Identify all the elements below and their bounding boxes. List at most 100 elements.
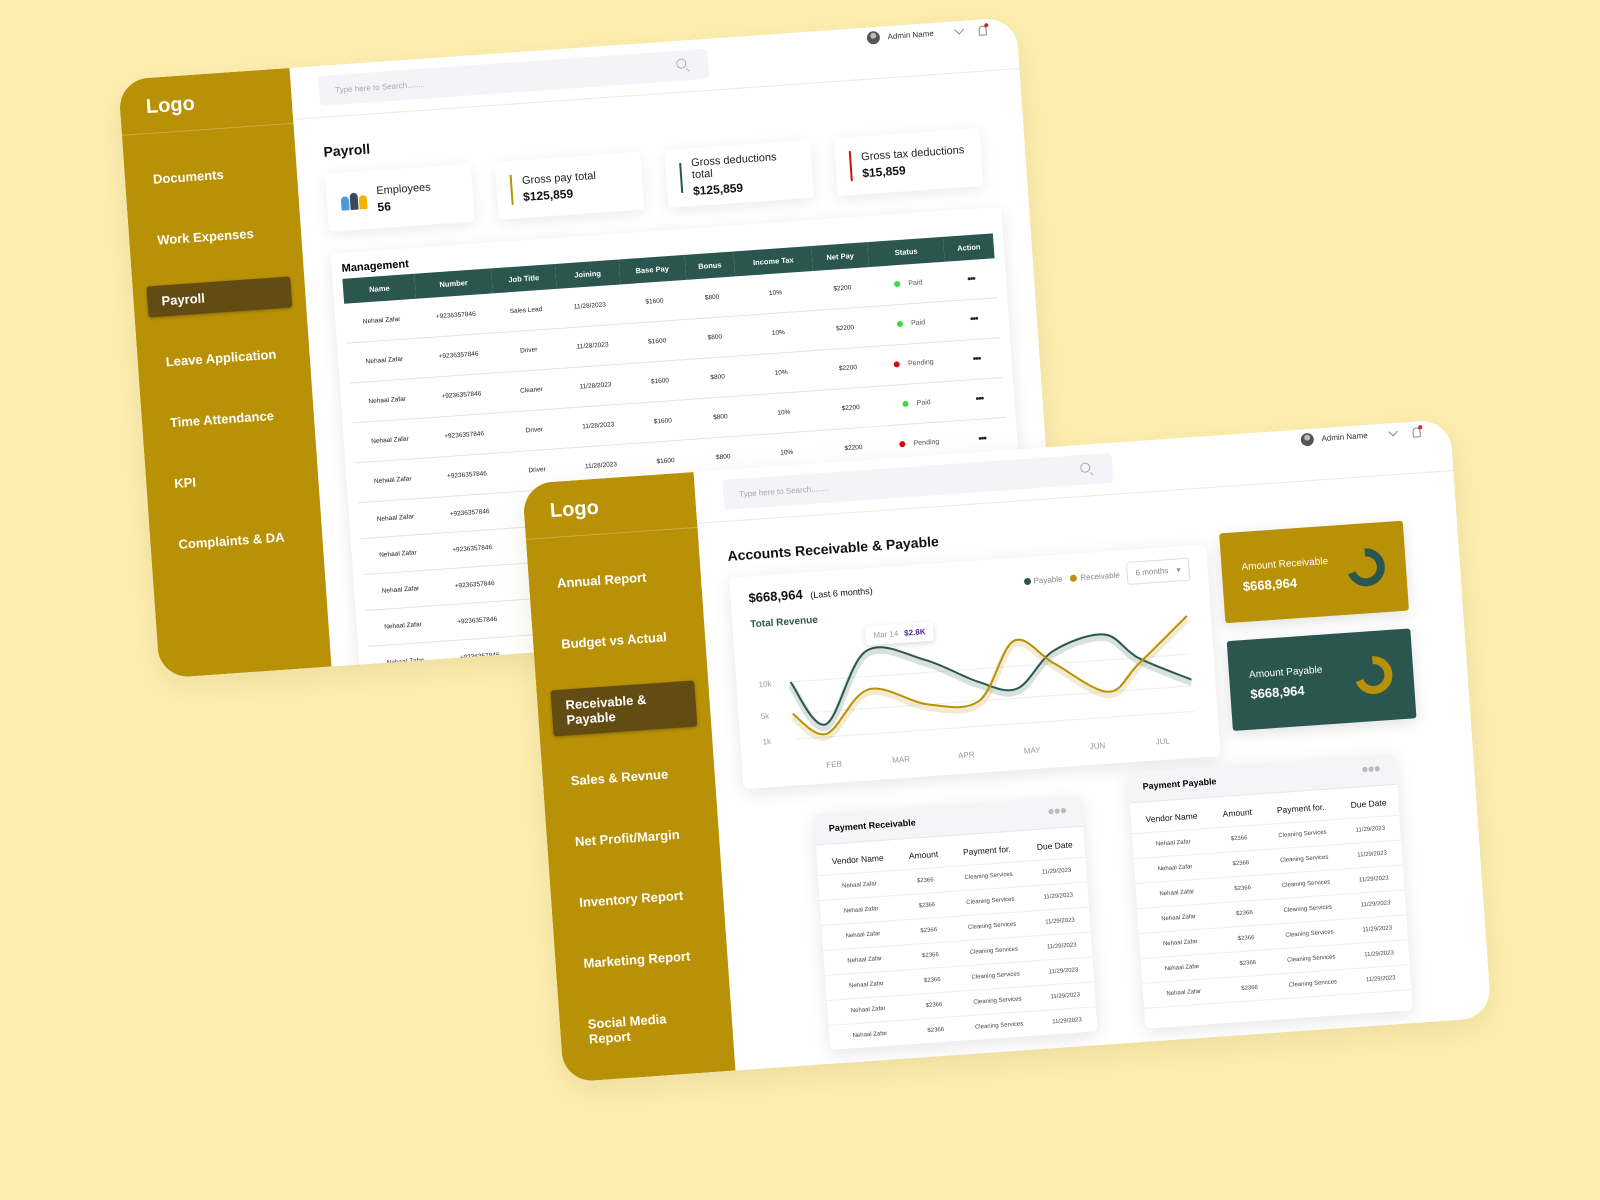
payment-payable-table: Vendor Name Amount Payment for. Due Date Ne… (1129, 784, 1412, 1009)
payment-receivable-table: Vendor Name Amount Payment for. Due Date Ne… (815, 826, 1098, 1051)
chevron-down-icon[interactable] (954, 24, 964, 35)
more-actions-icon[interactable]: ••• (967, 274, 975, 285)
revenue-total-value: $668,964 (747, 586, 804, 606)
cell-net: $2200 (821, 386, 881, 431)
column-header[interactable]: Amount (1210, 794, 1264, 829)
cell-due-date: 11/29/2023 (1036, 1006, 1098, 1036)
more-options-icon[interactable]: ●●● (1047, 803, 1067, 818)
column-header[interactable]: Due Date (1023, 826, 1086, 862)
sidebar-item-time-attendance[interactable]: Time Attendance (155, 398, 301, 439)
status-dot (899, 441, 906, 448)
sidebar-item-budget-vs-actual[interactable]: Budget vs Actual (546, 620, 692, 661)
cell-amount: $2366 (906, 966, 959, 995)
cell-tax: 10% (735, 270, 816, 316)
column-header[interactable]: Bonus (684, 251, 736, 280)
chevron-down-icon[interactable] (1388, 426, 1398, 437)
sidebar-item-work-expenses[interactable]: Work Expenses (142, 216, 288, 257)
cell-base: $1600 (620, 279, 689, 324)
cell-tax: 10% (741, 350, 822, 396)
cell-tax: 10% (738, 310, 819, 356)
cell-job: Driver (495, 328, 563, 373)
sidebar-item-documents[interactable]: Documents (138, 155, 284, 196)
employees-icon (340, 191, 368, 211)
cell-action: ••• (950, 337, 1003, 381)
period-select-value: 6 months (1135, 566, 1169, 578)
cell-status: Pending (874, 341, 954, 387)
more-actions-icon[interactable]: ••• (975, 393, 983, 404)
column-header[interactable]: Action (943, 233, 995, 262)
sidebar-item-payroll[interactable]: Payroll (146, 276, 293, 318)
cell-joining: 11/28/2023 (562, 363, 629, 409)
cell-tax: 10% (743, 390, 824, 436)
x-tick-label: FEB (826, 759, 842, 769)
sidebar-item-sales-revnue[interactable]: Sales & Revnue (556, 756, 702, 797)
amount-cards: Amount Receivable $668,964 Amount Payabl… (1219, 520, 1418, 755)
cell-amount: $2366 (1214, 849, 1268, 879)
column-header[interactable]: Due Date (1337, 784, 1400, 820)
more-actions-icon[interactable]: ••• (978, 433, 986, 444)
cell-name: Nehaal Zafar (346, 338, 422, 384)
x-tick-label: APR (958, 750, 975, 760)
sidebar-item-leave-application[interactable]: Leave Application (151, 337, 297, 378)
user-menu[interactable]: Admin Name (1300, 425, 1421, 447)
cell-name: Nehaal Zafar (352, 417, 428, 463)
main-content: Accounts Receivable & Payable $668,964 (… (697, 471, 1491, 1071)
sidebar-item-complaints-da[interactable]: Complaints & DA (163, 520, 309, 561)
status-badge: Pending (913, 438, 940, 448)
search-icon[interactable] (1079, 462, 1091, 474)
sidebar-item-net-profit-margin[interactable]: Net Profit/Margin (560, 817, 706, 858)
period-select[interactable]: 6 months ▾ (1125, 557, 1191, 586)
search-placeholder: Type here to Search........ (334, 79, 426, 95)
accent-bar (848, 151, 853, 182)
revenue-total-note: (Last 6 months) (809, 585, 874, 601)
accent-bar (509, 174, 514, 205)
cell-amount: $2366 (1223, 974, 1276, 1003)
cell-payment-for: Cleaning Services (1273, 968, 1352, 1000)
legend-item-payable[interactable]: Payable (1023, 575, 1063, 587)
cell-number: +9236357846 (430, 492, 509, 534)
cell-joining: 11/28/2023 (565, 403, 632, 449)
more-options-icon[interactable]: ●●● (1361, 761, 1381, 776)
tooltip-value: $2.8K (903, 627, 926, 638)
more-actions-icon[interactable]: ••• (970, 314, 978, 325)
search-icon[interactable] (675, 58, 687, 70)
cell-amount: $2366 (899, 866, 952, 896)
status-dot (894, 281, 901, 288)
sidebar-item-inventory-report[interactable]: Inventory Report (564, 878, 710, 919)
cell-number: +9236357846 (440, 636, 519, 678)
revenue-line-chart: 1k 5k 10k FEB MAR APR MAY JUN JUL (758, 615, 1194, 769)
user-menu[interactable]: Admin Name (866, 23, 987, 45)
bell-icon[interactable] (1412, 426, 1421, 438)
y-tick-label: 10k (758, 679, 772, 689)
cell-name: Nehaal Zafar (360, 533, 436, 575)
cell-job: Sales Lead (492, 288, 560, 333)
sidebar-item-marketing-report[interactable]: Marketing Report (569, 939, 715, 980)
cell-amount: $2366 (907, 991, 961, 1020)
cell-name: Nehaal Zafar (355, 457, 431, 503)
bell-icon[interactable] (978, 24, 987, 36)
status-badge: Paid (916, 399, 931, 408)
cell-action: ••• (953, 377, 1006, 421)
cell-action: ••• (944, 258, 998, 302)
sidebar-item-annual-report[interactable]: Annual Report (542, 559, 688, 600)
cell-number: +9236357846 (427, 452, 507, 498)
cell-amount: $2366 (902, 916, 955, 945)
admin-name: Admin Name (887, 28, 935, 42)
sidebar-item-receivable-payable[interactable]: Receivable & Payable (550, 680, 698, 737)
cell-amount: $2366 (1216, 874, 1269, 903)
cell-amount: $2366 (909, 1016, 962, 1045)
status-dot (896, 321, 904, 328)
avatar (1300, 432, 1315, 447)
card-title: Payment Payable (1142, 776, 1217, 792)
sidebar-item-social-media-report[interactable]: Social Media Report (573, 1000, 720, 1056)
more-actions-icon[interactable]: ••• (972, 354, 980, 365)
x-tick-label: JUL (1155, 736, 1170, 746)
cell-bonus: $800 (688, 315, 742, 360)
donut-arc (1354, 656, 1393, 695)
cell-number: +9236357846 (435, 564, 514, 606)
column-header[interactable]: Amount (897, 836, 950, 871)
stat-value: $15,859 (861, 162, 907, 180)
sidebar-item-kpi[interactable]: KPI (159, 459, 305, 500)
admin-name: Admin Name (1321, 430, 1368, 444)
cell-amount: $2366 (1213, 824, 1266, 854)
